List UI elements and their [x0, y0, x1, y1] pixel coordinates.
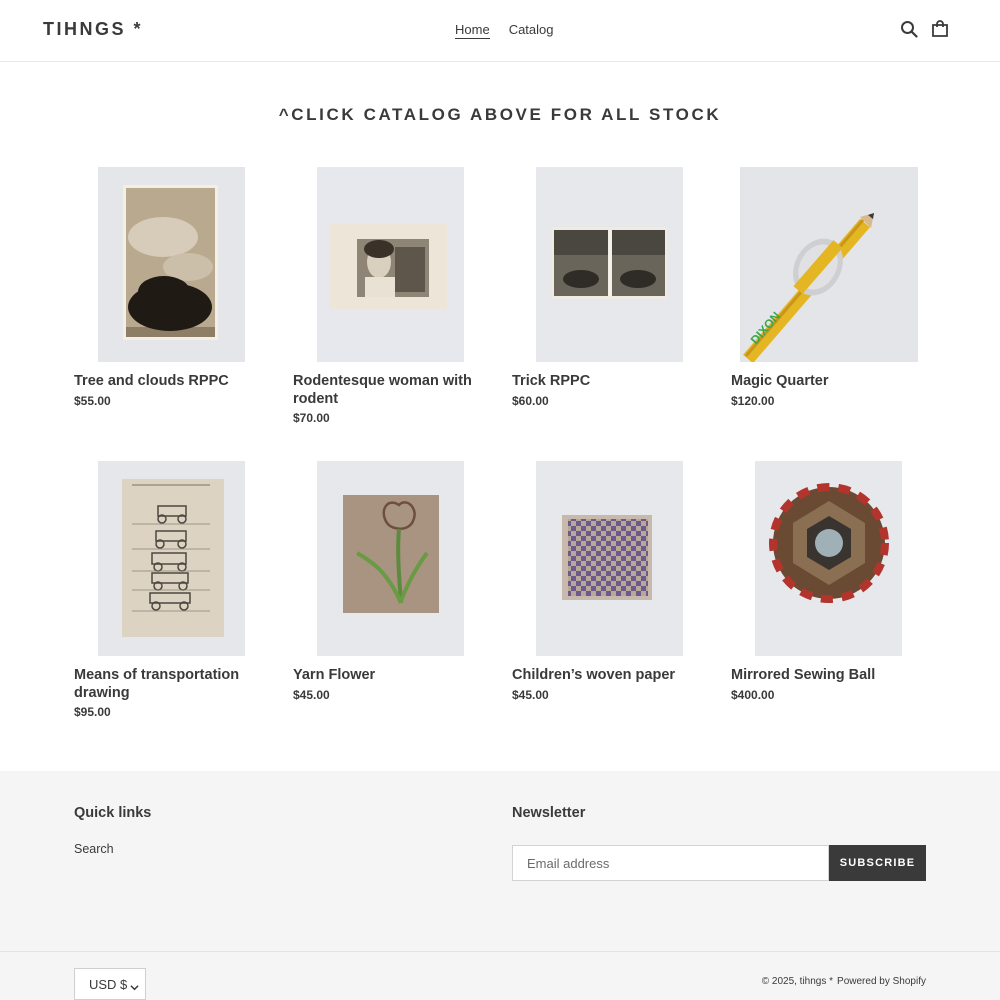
- product-price: $55.00: [74, 393, 111, 408]
- product-image-sewing-ball[interactable]: [755, 461, 902, 656]
- copyright-text: © 2025, tihngs * Powered by Shopify: [762, 976, 926, 987]
- product-grid: Tree and clouds RPPC $55.00 Rodentesque …: [74, 167, 926, 755]
- product-title[interactable]: Trick RPPC: [512, 373, 707, 391]
- product-card[interactable]: DIXON Magic Quarter $120.00: [731, 167, 926, 461]
- chevron-down-icon: [130, 980, 139, 995]
- product-card[interactable]: Means of transportation drawing $95.00: [74, 461, 269, 755]
- footer-link-search[interactable]: Search: [74, 842, 114, 856]
- site-logo[interactable]: TIHNGS *: [43, 19, 143, 40]
- product-price: $95.00: [74, 705, 111, 719]
- cart-icon[interactable]: [931, 20, 951, 40]
- copyright-label: © 2025, tihngs *: [761, 976, 834, 987]
- product-title[interactable]: Mirrored Sewing Ball: [731, 667, 926, 685]
- product-title[interactable]: Tree and clouds RPPC: [74, 373, 269, 391]
- product-image-pencil-quarter[interactable]: DIXON: [739, 167, 918, 362]
- product-price: $45.00: [293, 687, 330, 702]
- search-icon[interactable]: [900, 20, 920, 40]
- product-title[interactable]: Rodentesque woman with rodent: [293, 373, 488, 408]
- site-header: TIHNGS * Home Catalog: [0, 0, 1000, 62]
- quick-links-heading: Quick links: [74, 805, 152, 821]
- product-price: $60.00: [512, 393, 549, 408]
- powered-by-link[interactable]: Powered by Shopify: [837, 976, 926, 987]
- nav-item-catalog[interactable]: Catalog: [509, 22, 554, 39]
- product-title[interactable]: Means of transportation drawing: [74, 667, 269, 702]
- product-image-transport-drawing[interactable]: [98, 461, 245, 656]
- section-heading: ^CLICK CATALOG ABOVE FOR ALL STOCK: [278, 105, 722, 124]
- product-title[interactable]: Children’s woven paper: [512, 667, 707, 685]
- product-card[interactable]: Mirrored Sewing Ball $400.00: [731, 461, 926, 755]
- product-price: $45.00: [512, 687, 549, 702]
- product-price: $400.00: [731, 687, 775, 702]
- footer-divider: [0, 951, 1000, 952]
- newsletter-heading: Newsletter: [512, 805, 586, 821]
- nav-item-home[interactable]: Home: [455, 22, 490, 39]
- product-card[interactable]: Children’s woven paper $45.00: [512, 461, 707, 755]
- product-price: $120.00: [731, 393, 775, 408]
- product-card[interactable]: Yarn Flower $45.00: [293, 461, 488, 755]
- product-image-yarn-flower[interactable]: [317, 461, 464, 656]
- currency-selector[interactable]: USD $: [74, 968, 146, 1000]
- product-title[interactable]: Yarn Flower: [293, 667, 488, 685]
- product-title[interactable]: Magic Quarter: [731, 373, 926, 391]
- email-field[interactable]: [512, 845, 829, 881]
- product-image-tree-postcard[interactable]: [98, 167, 245, 362]
- product-card[interactable]: Tree and clouds RPPC $55.00: [74, 167, 269, 461]
- product-image-woven-paper[interactable]: [536, 461, 683, 656]
- product-image-trick-postcard[interactable]: [536, 167, 683, 362]
- product-image-woman-photo[interactable]: [317, 167, 464, 362]
- product-price: $70.00: [293, 411, 330, 425]
- currency-label: USD $: [89, 976, 128, 992]
- product-card[interactable]: Rodentesque woman with rodent $70.00: [293, 167, 488, 461]
- site-footer: Quick links Search Newsletter SUBSCRIBE …: [0, 771, 1000, 1000]
- main-nav: Home Catalog: [455, 22, 554, 39]
- subscribe-button[interactable]: SUBSCRIBE: [829, 845, 926, 881]
- product-card[interactable]: Trick RPPC $60.00: [512, 167, 707, 461]
